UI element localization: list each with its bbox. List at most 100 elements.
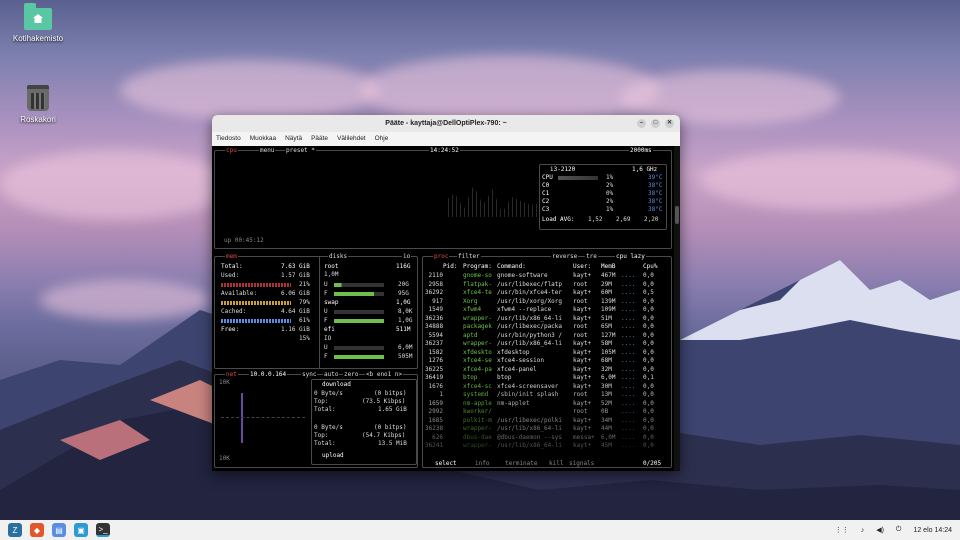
proc-reverse[interactable]: reverse bbox=[551, 253, 579, 260]
menu-ohje[interactable]: Ohje bbox=[375, 132, 389, 146]
menu-valilehdet[interactable]: Välilehdet bbox=[337, 132, 366, 146]
disk-root-used: 20G bbox=[398, 281, 409, 288]
proc-sort[interactable]: cpu lazy bbox=[615, 253, 646, 260]
network-icon[interactable]: ⋮⋮ bbox=[835, 526, 849, 534]
disk-efi-size: 511M bbox=[396, 326, 411, 333]
proc-col-cpu[interactable]: Cpu% bbox=[643, 263, 657, 270]
proc-col-command[interactable]: Command: bbox=[497, 263, 526, 270]
menu-paate[interactable]: Pääte bbox=[311, 132, 328, 146]
proc-cell: wrapper- bbox=[463, 442, 492, 449]
proc-filter[interactable]: filter bbox=[457, 253, 481, 260]
cpu-label: cpu bbox=[225, 147, 238, 154]
proc-cell: 626 bbox=[432, 433, 443, 441]
maximize-icon[interactable]: □ bbox=[651, 119, 660, 128]
proc-cell: kayt+ bbox=[573, 416, 592, 424]
net-sync[interactable]: sync bbox=[301, 371, 318, 378]
disk-swap-free-bar bbox=[334, 319, 384, 323]
proc-cpu-sparkline: .... bbox=[621, 382, 636, 390]
menu-tiedosto[interactable]: Tiedosto bbox=[216, 132, 241, 146]
proc-cell: xfwm4 --replace bbox=[497, 306, 552, 313]
net-auto[interactable]: auto bbox=[323, 371, 340, 378]
proc-cell: nm-applet bbox=[497, 399, 530, 407]
minimize-icon[interactable]: – bbox=[637, 119, 646, 128]
proc-select[interactable]: select bbox=[435, 460, 457, 467]
proc-cell: xfdesktop bbox=[497, 348, 530, 356]
disk-u-label: U bbox=[324, 344, 328, 351]
power-icon[interactable]: ⏻ bbox=[896, 526, 902, 534]
menu-nayta[interactable]: Näytä bbox=[285, 132, 302, 146]
proc-cell: 0,0 bbox=[643, 348, 654, 356]
terminal-area[interactable]: cpu menu preset * 14:24:52 2000ms up 00:… bbox=[212, 146, 680, 471]
mem-free-value: 1.16 GiB bbox=[281, 326, 310, 333]
mem-label: mem bbox=[225, 253, 238, 260]
proc-cpu-sparkline: .... bbox=[621, 357, 636, 364]
proc-info[interactable]: info bbox=[475, 460, 489, 467]
disk-efi-io: IO bbox=[324, 335, 332, 342]
proc-cpu-sparkline: .... bbox=[621, 433, 636, 441]
proc-cell: 5594 bbox=[428, 331, 443, 339]
disks-io[interactable]: io bbox=[402, 253, 412, 260]
notifications-icon[interactable]: ♪ bbox=[861, 527, 865, 534]
terminal-icon[interactable]: >_ bbox=[96, 523, 110, 537]
brave-browser-icon[interactable]: ◆ bbox=[30, 523, 44, 537]
net-interface[interactable]: <b eno1 n> bbox=[365, 371, 404, 378]
cpu-menu[interactable]: menu bbox=[259, 147, 276, 154]
core-pct: 1% bbox=[606, 174, 614, 181]
proc-cell: gnome-software bbox=[497, 272, 548, 279]
mem-available-value: 6.06 GiB bbox=[281, 290, 310, 297]
window-titlebar[interactable]: Pääte - kayttaja@DellOptiPlex-790: ~ – □… bbox=[212, 115, 680, 132]
taskbar-clock[interactable]: 12 elo 14:24 bbox=[913, 527, 952, 534]
proc-tree[interactable]: tre bbox=[585, 253, 598, 260]
proc-col-pid[interactable]: Pid: bbox=[443, 263, 457, 270]
desktop-icon-trash[interactable]: Roskakori bbox=[8, 85, 68, 124]
proc-cpu-sparkline: .... bbox=[621, 442, 636, 449]
window-title: Pääte - kayttaja@DellOptiPlex-790: ~ bbox=[385, 120, 507, 127]
mem-used-bar bbox=[221, 283, 291, 287]
proc-cpu-sparkline: .... bbox=[621, 416, 636, 424]
disks-label: disks bbox=[328, 253, 349, 260]
volume-icon[interactable]: ◀) bbox=[876, 526, 884, 534]
proc-cell: root bbox=[573, 323, 588, 330]
zorin-menu-icon[interactable]: Z bbox=[8, 523, 22, 537]
proc-cell: 105M bbox=[601, 348, 616, 356]
proc-cpu-sparkline: .... bbox=[621, 297, 636, 305]
proc-cell: 0,0 bbox=[643, 365, 654, 373]
proc-signals[interactable]: signals bbox=[569, 460, 594, 467]
net-zero[interactable]: zero bbox=[343, 371, 360, 378]
proc-col-user[interactable]: User: bbox=[573, 263, 591, 270]
mem-used-label: Used: bbox=[221, 272, 240, 279]
cpu-interval[interactable]: 2000ms bbox=[629, 147, 653, 154]
files-icon[interactable]: ▤ bbox=[52, 523, 66, 537]
proc-cell: /usr/lib/x86_64-li bbox=[497, 442, 563, 449]
load-15: 2,20 bbox=[644, 216, 659, 223]
proc-cell: nm-apple bbox=[463, 399, 492, 407]
proc-cpu-sparkline: .... bbox=[621, 280, 636, 288]
mem-free-pct: 15% bbox=[299, 335, 310, 342]
proc-cell: 0,0 bbox=[643, 323, 654, 330]
terminal-scrollbar[interactable] bbox=[674, 146, 680, 471]
desktop-icon-home[interactable]: Kotihakemisto bbox=[8, 3, 68, 43]
cpu-preset[interactable]: preset * bbox=[285, 147, 316, 154]
proc-cell: root bbox=[573, 331, 588, 339]
core-name: C0 bbox=[542, 182, 550, 189]
proc-cell: 13M bbox=[601, 391, 612, 398]
proc-cell: 127M bbox=[601, 331, 616, 339]
proc-cell: 36237 bbox=[425, 340, 444, 347]
proc-cell: gnome-so bbox=[463, 272, 492, 279]
proc-cell: 1276 bbox=[428, 357, 443, 364]
proc-cell: btop bbox=[463, 374, 478, 381]
mem-cached-label: Cached: bbox=[221, 308, 247, 315]
proc-kill[interactable]: kill bbox=[549, 460, 563, 467]
close-icon[interactable]: ✕ bbox=[665, 119, 674, 128]
proc-col-program[interactable]: Program: bbox=[463, 263, 492, 270]
disk-root-free: 95G bbox=[398, 290, 409, 297]
mem-cached-bar bbox=[221, 319, 291, 323]
net-download-label: download bbox=[322, 381, 351, 388]
proc-cpu-sparkline: .... bbox=[621, 348, 636, 356]
proc-terminate[interactable]: terminate bbox=[505, 460, 538, 467]
software-store-icon[interactable]: ▣ bbox=[74, 523, 88, 537]
proc-cell: 0,0 bbox=[643, 280, 654, 288]
menu-muokkaa[interactable]: Muokkaa bbox=[250, 132, 276, 146]
proc-col-mem[interactable]: MemB bbox=[601, 263, 615, 270]
trash-icon bbox=[27, 85, 49, 111]
